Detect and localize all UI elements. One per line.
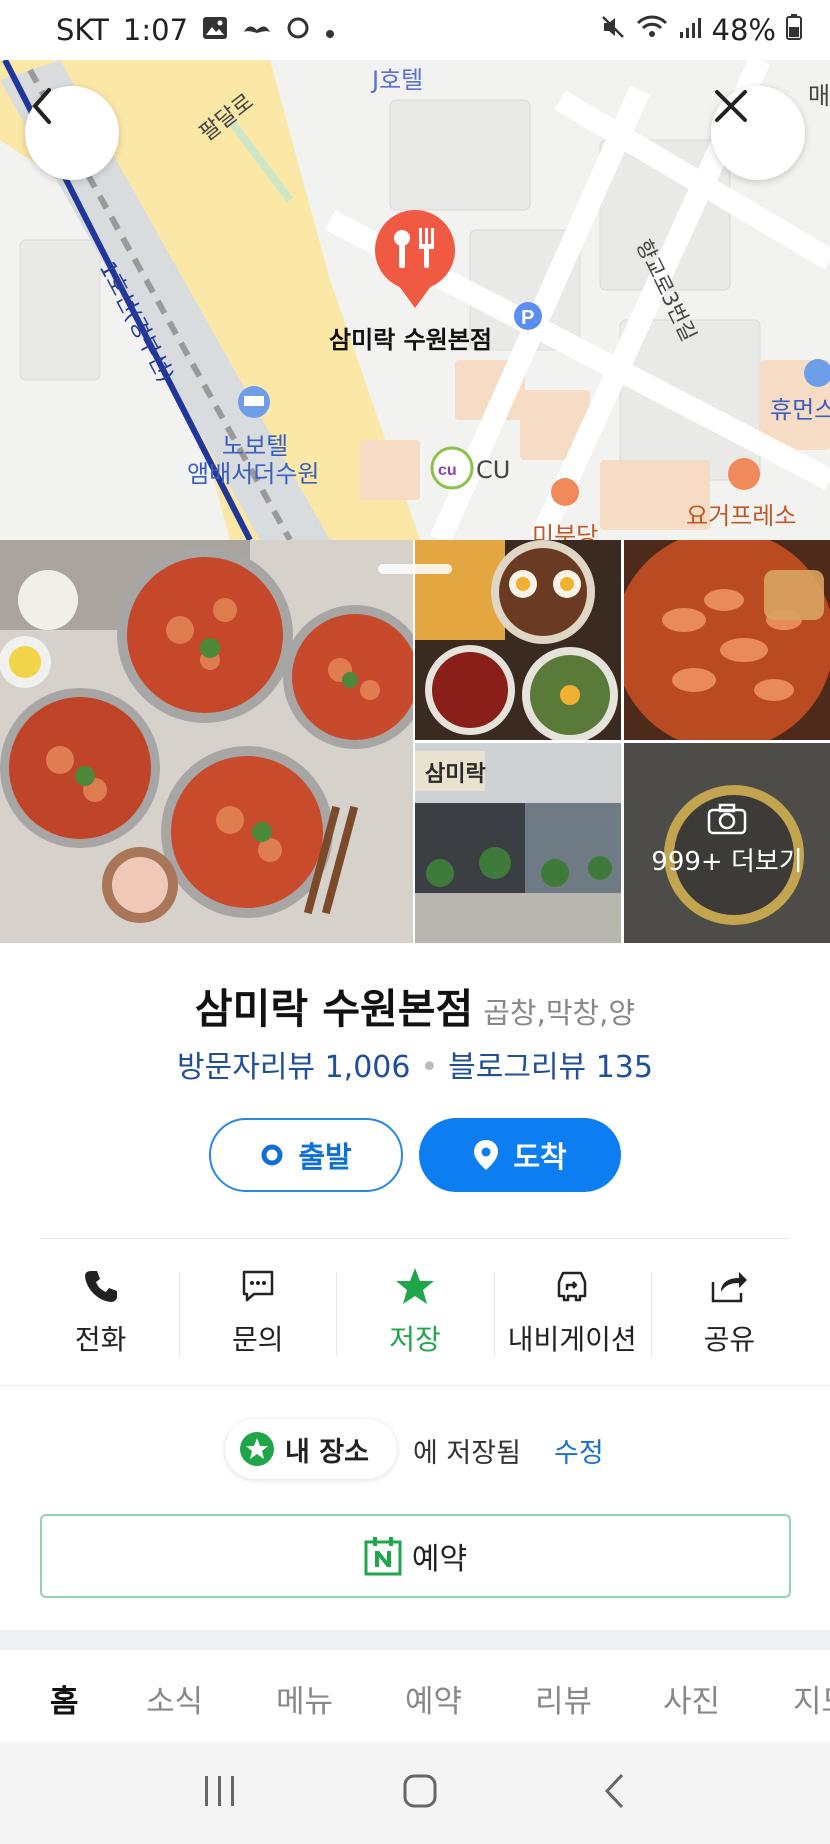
gallery-icon bbox=[202, 13, 228, 47]
photo-grid[interactable]: 삼미락 999+ 더보기 bbox=[0, 540, 830, 943]
photo-more-label: 999+ 더보기 bbox=[651, 847, 803, 877]
home-icon bbox=[403, 1774, 437, 1808]
call-button[interactable]: 전화 bbox=[22, 1262, 179, 1358]
blog-review-link[interactable]: 블로그리뷰 135 bbox=[448, 1050, 653, 1085]
svg-text:P: P bbox=[521, 307, 534, 329]
reserve-button[interactable]: 예약 bbox=[40, 1514, 791, 1598]
divider bbox=[40, 1238, 790, 1239]
svg-text:삼미락: 삼미락 bbox=[425, 761, 486, 786]
inquiry-label: 문의 bbox=[232, 1323, 284, 1356]
photo-more[interactable]: 999+ 더보기 bbox=[624, 743, 830, 943]
battery-icon bbox=[786, 13, 802, 47]
inquiry-button[interactable]: 문의 bbox=[179, 1262, 336, 1358]
carrier-label: SKT bbox=[56, 13, 109, 47]
map-label-yogurt: 요거프레소 bbox=[686, 502, 797, 530]
place-name: 삼미락 수원본점 bbox=[194, 985, 474, 1033]
close-icon bbox=[715, 90, 747, 122]
share-button[interactable]: 공유 bbox=[650, 1262, 808, 1358]
visitor-review-link[interactable]: 방문자리뷰 1,006 bbox=[177, 1050, 410, 1085]
place-title-row: 삼미락 수원본점 곱창,막창,양 bbox=[0, 975, 830, 1035]
my-place-label: 내 장소 bbox=[285, 1436, 369, 1468]
divider bbox=[0, 1385, 830, 1386]
wifi-icon bbox=[636, 13, 668, 47]
system-back-button[interactable] bbox=[602, 1772, 628, 1814]
separator-dot: • bbox=[420, 1050, 439, 1085]
chat-bubble-icon bbox=[286, 13, 310, 47]
saved-status-text: 에 저장됨 bbox=[413, 1438, 521, 1469]
camera-icon bbox=[707, 803, 747, 835]
system-nav-bar bbox=[0, 1742, 830, 1844]
main-photo[interactable] bbox=[0, 540, 413, 943]
section-gap bbox=[0, 1630, 830, 1650]
route-arrive-button[interactable]: 도착 bbox=[419, 1118, 621, 1192]
my-place-chip[interactable]: 내 장소 bbox=[225, 1419, 397, 1479]
origin-dot-icon bbox=[261, 1144, 283, 1166]
route-arrive-label: 도착 bbox=[513, 1140, 567, 1174]
tab-bar: 홈 소식 메뉴 예약 리뷰 사진 지도 bbox=[0, 1650, 830, 1742]
home-button[interactable] bbox=[402, 1773, 438, 1813]
map-label-mae: 매 bbox=[808, 82, 830, 110]
edit-link[interactable]: 수정 bbox=[554, 1431, 604, 1470]
map-label-humans: 휴먼스 bbox=[770, 396, 830, 424]
navigation-button[interactable]: 내비게이션 bbox=[493, 1262, 651, 1358]
tab-menu[interactable]: 메뉴 bbox=[276, 1676, 333, 1721]
naver-calendar-icon bbox=[364, 1537, 402, 1576]
tab-home[interactable]: 홈 bbox=[50, 1676, 79, 1721]
navigation-label: 내비게이션 bbox=[507, 1323, 637, 1356]
photo-4[interactable]: 삼미락 bbox=[415, 743, 621, 943]
tab-news[interactable]: 소식 bbox=[146, 1676, 203, 1721]
svg-text:cu: cu bbox=[438, 462, 457, 479]
tab-map[interactable]: 지도 bbox=[793, 1676, 830, 1721]
chat-icon bbox=[242, 1270, 274, 1302]
map-view[interactable]: P cu 팔달로 J호텔 1호선(경부선) 향교로3번길 삼미락 수원본점 노보… bbox=[0, 60, 830, 540]
recent-apps-button[interactable] bbox=[202, 1774, 238, 1812]
tab-review[interactable]: 리뷰 bbox=[535, 1676, 592, 1721]
location-pin-icon bbox=[474, 1140, 499, 1170]
map-label-cu: CU bbox=[476, 456, 511, 484]
tab-reservation[interactable]: 예약 bbox=[405, 1676, 462, 1721]
map-pin-label[interactable]: 삼미락 수원본점 bbox=[329, 320, 492, 355]
clock: 1:07 bbox=[122, 13, 189, 47]
reserve-label: 예약 bbox=[411, 1542, 468, 1577]
car-navigation-icon bbox=[557, 1271, 587, 1302]
review-row: 방문자리뷰 1,006 • 블로그리뷰 135 bbox=[0, 1042, 830, 1086]
save-label: 저장 bbox=[389, 1323, 441, 1356]
close-button[interactable] bbox=[711, 86, 805, 180]
back-arrow-icon bbox=[604, 1773, 624, 1809]
star-badge-icon bbox=[240, 1432, 274, 1466]
map-label-ambassador: 앰배서더수원 bbox=[187, 460, 320, 488]
action-bar: 전화 문의 저장 내비게이션 공유 bbox=[22, 1262, 808, 1358]
status-bar: SKT 1:07 48% bbox=[0, 0, 830, 60]
recent-apps-icon bbox=[205, 1776, 234, 1806]
phone-icon bbox=[84, 1271, 117, 1302]
signal-icon bbox=[678, 13, 702, 47]
notification-dot-icon bbox=[324, 13, 336, 47]
mustache-icon bbox=[242, 13, 272, 47]
chevron-left-icon bbox=[32, 88, 51, 124]
sheet-drag-handle[interactable] bbox=[378, 564, 452, 574]
map-label-mibundang: 미분당 bbox=[532, 522, 599, 540]
place-category: 곱창,막창,양 bbox=[483, 996, 636, 1030]
route-start-button[interactable]: 출발 bbox=[209, 1118, 403, 1192]
share-icon bbox=[712, 1272, 748, 1303]
map-label-j-hotel: J호텔 bbox=[372, 66, 424, 94]
back-button[interactable] bbox=[25, 86, 119, 180]
mute-icon bbox=[600, 13, 626, 47]
save-button[interactable]: 저장 bbox=[336, 1262, 493, 1358]
star-icon bbox=[396, 1268, 434, 1304]
photo-3[interactable] bbox=[624, 540, 830, 740]
battery-percent: 48% bbox=[711, 13, 776, 47]
route-start-label: 출발 bbox=[298, 1140, 352, 1174]
call-label: 전화 bbox=[74, 1323, 127, 1356]
share-label: 공유 bbox=[703, 1323, 756, 1356]
tab-photo[interactable]: 사진 bbox=[663, 1676, 720, 1721]
